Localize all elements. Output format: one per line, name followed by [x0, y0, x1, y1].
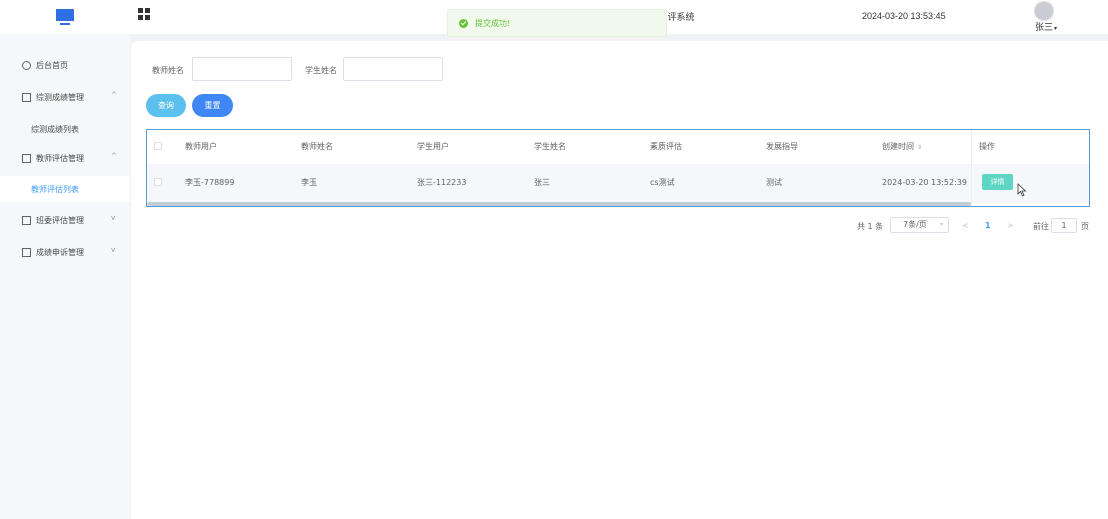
select-all-checkbox[interactable] — [154, 142, 162, 150]
chevron-down-icon: v — [111, 214, 116, 222]
clock-icon — [22, 61, 31, 70]
created-time-sort-header[interactable]: 创建时间 ⇕ — [882, 130, 922, 164]
user-avatar[interactable] — [1034, 1, 1054, 21]
success-toast: 提交成功! — [447, 9, 667, 37]
sort-icon[interactable]: ⇕ — [917, 144, 922, 151]
list-icon — [22, 154, 31, 163]
column-header: 学生姓名 — [534, 142, 566, 151]
monitor-logo-icon — [56, 9, 74, 25]
page-number-current[interactable]: 1 — [985, 221, 991, 230]
operation-column — [971, 130, 1089, 206]
cell-quality-eval: cs测试 — [650, 178, 675, 187]
sidebar-item-label: 教师评估管理 — [36, 154, 84, 163]
sidebar-item-label: 成绩申诉管理 — [36, 248, 84, 257]
sidebar-item-label: 综测成绩管理 — [36, 93, 84, 102]
sidebar-item-label: 班委评估管理 — [36, 216, 84, 225]
reset-button[interactable]: 重置 — [192, 94, 233, 117]
user-menu[interactable]: 张三▾ — [1035, 20, 1057, 33]
teacher-name-label: 教师姓名 — [152, 66, 184, 75]
student-name-input[interactable] — [343, 57, 443, 81]
sidebar-item-label: 综测成绩列表 — [31, 125, 79, 134]
page-size-select[interactable]: 7条/页 ▾ — [890, 217, 949, 233]
page-unit-label: 页 — [1081, 222, 1089, 231]
sidebar-item-teacher-eval-list[interactable]: 教师评估列表 — [0, 176, 130, 202]
goto-page-input[interactable] — [1051, 218, 1077, 233]
sidebar-item-home[interactable]: 后台首页 — [0, 51, 130, 81]
column-header: 学生用户 — [417, 142, 449, 151]
column-header: 教师姓名 — [301, 142, 333, 151]
teacher-name-input[interactable] — [192, 57, 292, 81]
chevron-down-icon: ▾ — [939, 221, 943, 228]
toast-message: 提交成功! — [475, 19, 511, 28]
next-page-button[interactable]: > — [1007, 221, 1014, 230]
table-row[interactable]: 李玉-778899 李玉 张三-112233 张三 cs测试 测试 2024-0… — [147, 164, 1089, 202]
system-title: ]评系统 — [664, 13, 695, 23]
student-name-label: 学生姓名 — [305, 66, 337, 75]
main-content: 教师姓名 学生姓名 查询 重置 教师用户 教师姓名 学生用户 学生姓名 素质评估… — [131, 41, 1108, 519]
header-datetime: 2024-03-20 13:53:45 — [862, 11, 946, 21]
column-header: 教师用户 — [185, 142, 217, 151]
horizontal-scrollbar[interactable] — [147, 202, 971, 206]
sidebar-item-label: 后台首页 — [36, 61, 68, 70]
page-size-value: 7条/页 — [903, 220, 927, 229]
detail-button[interactable]: 详情 — [982, 174, 1013, 190]
column-header: 发展指导 — [766, 142, 798, 151]
chevron-down-icon: ▾ — [1054, 25, 1058, 32]
data-table: 教师用户 教师姓名 学生用户 学生姓名 素质评估 发展指导 创建时间 ⇕ 操作 李… — [146, 129, 1090, 207]
list-icon — [22, 248, 31, 257]
sidebar-item-score-management[interactable]: 综测成绩管理 ^ — [0, 83, 130, 113]
sidebar-item-label: 教师评估列表 — [31, 185, 79, 194]
cell-created-time: 2024-03-20 13:52:39 — [882, 178, 967, 187]
cell-student-user: 张三-112233 — [417, 178, 467, 187]
goto-label: 前往 — [1033, 222, 1049, 231]
sidebar-item-teacher-eval-management[interactable]: 教师评估管理 ^ — [0, 144, 130, 174]
user-name: 张三 — [1035, 23, 1054, 33]
cell-student-name: 张三 — [534, 178, 550, 187]
cell-guidance: 测试 — [766, 178, 782, 187]
search-button[interactable]: 查询 — [146, 94, 186, 117]
sidebar-item-class-eval-management[interactable]: 班委评估管理 v — [0, 206, 130, 236]
cell-teacher-name: 李玉 — [301, 178, 317, 187]
chevron-up-icon: ^ — [111, 91, 117, 99]
column-header-label: 创建时间 — [882, 142, 914, 151]
prev-page-button[interactable]: < — [962, 221, 969, 230]
list-icon — [22, 216, 31, 225]
success-check-icon — [459, 19, 468, 28]
row-checkbox[interactable] — [154, 178, 162, 186]
sidebar-item-score-list[interactable]: 综测成绩列表 — [0, 116, 130, 142]
apps-grid-icon[interactable] — [138, 8, 150, 20]
pagination-total: 共 1 条 — [857, 222, 884, 231]
mouse-cursor-icon — [1017, 183, 1027, 197]
list-icon — [22, 93, 31, 102]
cell-teacher-user: 李玉-778899 — [185, 178, 235, 187]
chevron-up-icon: ^ — [111, 152, 117, 160]
sidebar-item-appeal-management[interactable]: 成绩申诉管理 v — [0, 238, 130, 268]
sidebar: 后台首页 综测成绩管理 ^ 综测成绩列表 教师评估管理 ^ 教师评估列表 班委评… — [0, 34, 130, 519]
chevron-down-icon: v — [111, 246, 116, 254]
column-header: 素质评估 — [650, 142, 682, 151]
